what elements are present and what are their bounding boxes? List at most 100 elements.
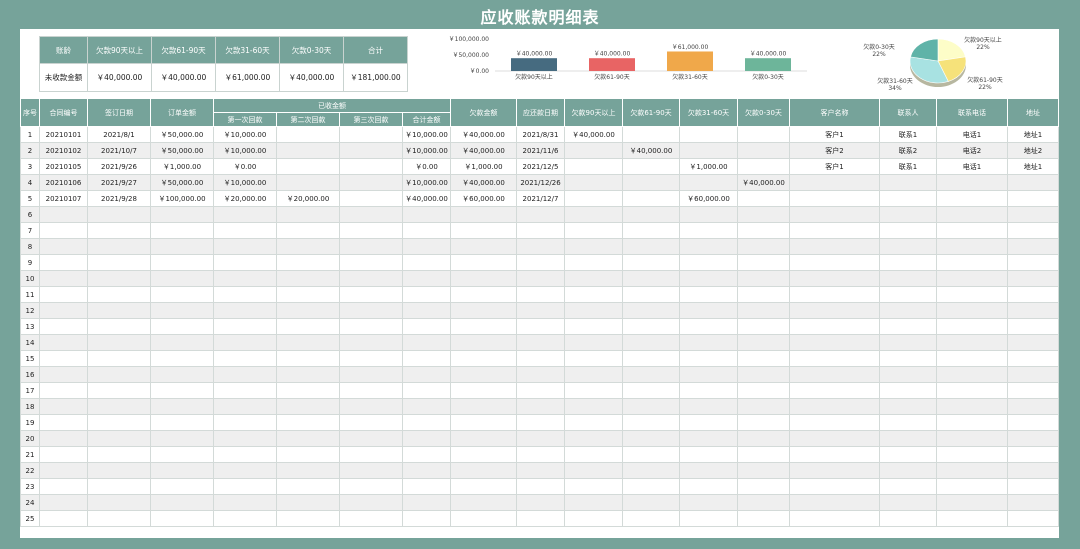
table-cell[interactable] [516,398,565,415]
table-cell[interactable] [39,318,88,335]
table-cell[interactable] [789,350,880,367]
table-cell[interactable]: 14 [20,334,40,351]
table-cell[interactable] [87,318,151,335]
table-cell[interactable] [936,222,1008,239]
table-cell[interactable] [516,350,565,367]
table-cell[interactable] [450,302,517,319]
table-cell[interactable] [276,446,340,463]
table-cell[interactable] [737,398,790,415]
table-cell[interactable]: 地址1 [1007,158,1059,175]
table-cell[interactable]: ￥1,000.00 [679,158,738,175]
table-cell[interactable] [789,206,880,223]
table-cell[interactable] [450,254,517,271]
table-cell[interactable] [622,158,680,175]
table-cell[interactable] [150,254,214,271]
table-cell[interactable] [936,430,1008,447]
summary-value-cell[interactable]: ￥40,000.00 [87,63,152,92]
table-cell[interactable] [339,190,403,207]
table-cell[interactable] [516,366,565,383]
table-cell[interactable] [737,190,790,207]
summary-header-cell[interactable]: 账龄 [39,36,88,64]
table-cell[interactable] [450,286,517,303]
table-cell[interactable] [936,318,1008,335]
table-cell[interactable]: 电话1 [936,158,1008,175]
table-cell[interactable] [737,366,790,383]
table-cell[interactable] [516,382,565,399]
table-cell[interactable] [679,222,738,239]
table-cell[interactable] [622,494,680,511]
table-cell[interactable] [679,206,738,223]
table-cell[interactable] [39,238,88,255]
table-cell[interactable] [936,270,1008,287]
table-cell[interactable] [450,430,517,447]
table-cell[interactable] [276,398,340,415]
table-cell[interactable]: 18 [20,398,40,415]
table-cell[interactable]: 7 [20,222,40,239]
table-cell[interactable] [339,254,403,271]
table-cell[interactable] [789,222,880,239]
table-cell[interactable]: ￥10,000.00 [213,174,277,191]
table-cell[interactable] [87,222,151,239]
table-cell[interactable] [936,174,1008,191]
table-cell[interactable] [936,334,1008,351]
table-cell[interactable] [564,206,623,223]
table-cell[interactable] [87,334,151,351]
table-cell[interactable] [39,334,88,351]
table-cell[interactable] [450,414,517,431]
table-cell[interactable] [87,446,151,463]
table-cell[interactable] [789,494,880,511]
table-cell[interactable] [789,430,880,447]
table-cell[interactable] [879,366,937,383]
table-cell[interactable] [213,414,277,431]
table-cell[interactable] [622,350,680,367]
table-cell[interactable]: ￥40,000.00 [450,174,517,191]
table-cell[interactable] [87,478,151,495]
table-cell[interactable] [339,334,403,351]
table-cell[interactable] [737,238,790,255]
bar[interactable] [589,58,635,71]
table-cell[interactable] [87,206,151,223]
table-cell[interactable]: 25 [20,510,40,527]
table-cell[interactable]: 20210102 [39,142,88,159]
table-cell[interactable] [516,446,565,463]
table-cell[interactable] [1007,206,1059,223]
table-cell[interactable] [789,174,880,191]
table-cell[interactable]: 2021/9/28 [87,190,151,207]
table-cell[interactable]: ￥20,000.00 [213,190,277,207]
table-cell[interactable] [879,478,937,495]
table-cell[interactable] [87,350,151,367]
table-cell[interactable] [679,398,738,415]
table-cell[interactable] [936,206,1008,223]
table-cell[interactable] [150,238,214,255]
table-cell[interactable] [1007,190,1059,207]
table-cell[interactable] [564,510,623,527]
table-cell[interactable] [679,318,738,335]
table-cell[interactable]: 8 [20,238,40,255]
table-cell[interactable] [936,446,1008,463]
table-cell[interactable] [679,462,738,479]
table-cell[interactable] [1007,510,1059,527]
table-cell[interactable] [737,414,790,431]
table-cell[interactable] [936,382,1008,399]
pie-slice[interactable] [910,38,939,62]
table-cell[interactable] [150,446,214,463]
table-cell[interactable] [1007,398,1059,415]
table-cell[interactable] [450,350,517,367]
table-cell[interactable] [276,478,340,495]
summary-value-cell[interactable]: ￥40,000.00 [279,63,344,92]
table-cell[interactable] [622,286,680,303]
col-header[interactable]: 欠款31-60天 [679,98,738,127]
col-header[interactable]: 联系人 [879,98,937,127]
table-cell[interactable] [737,478,790,495]
table-cell[interactable] [622,318,680,335]
table-cell[interactable] [276,430,340,447]
table-cell[interactable] [564,174,623,191]
table-cell[interactable] [789,302,880,319]
table-cell[interactable]: 2021/12/7 [516,190,565,207]
table-cell[interactable] [737,382,790,399]
table-cell[interactable] [87,414,151,431]
table-cell[interactable] [564,414,623,431]
table-cell[interactable]: 19 [20,414,40,431]
table-cell[interactable] [936,494,1008,511]
summary-header-cell[interactable]: 欠款90天以上 [87,36,152,64]
